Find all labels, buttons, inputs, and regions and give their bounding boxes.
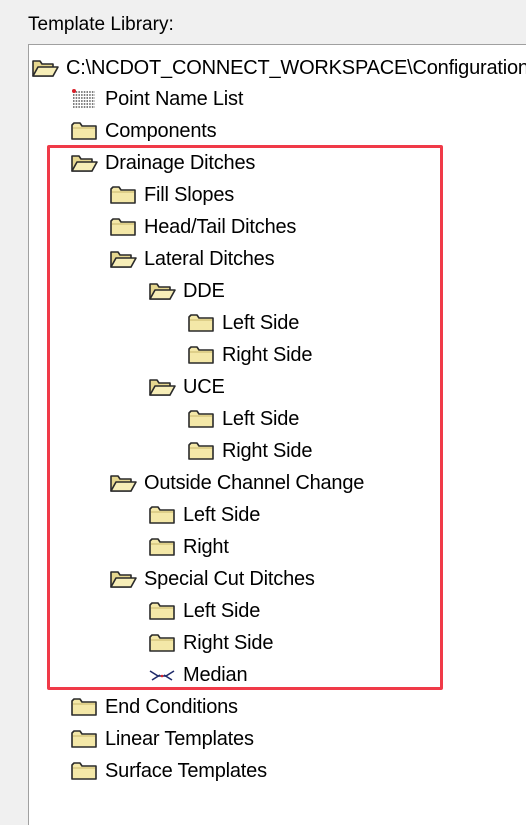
tree-node-occ-left-side[interactable]: Left Side bbox=[148, 501, 260, 529]
tree-node-scd-left-side[interactable]: Left Side bbox=[148, 597, 260, 625]
tree-node-root[interactable]: C:\NCDOT_CONNECT_WORKSPACE\Configuration bbox=[31, 54, 526, 82]
tree-node-point-name-list[interactable]: Point Name List bbox=[70, 85, 243, 113]
folder-icon bbox=[187, 408, 215, 430]
tree-node-drainage-ditches[interactable]: Drainage Ditches bbox=[70, 149, 255, 177]
tree-node-outside-channel-change[interactable]: Outside Channel Change bbox=[109, 469, 364, 497]
tree-node-label: DDE bbox=[183, 279, 225, 302]
tree-node-label: Left Side bbox=[183, 599, 261, 622]
tree-node-label: Right bbox=[183, 535, 229, 558]
tree-node-label: Point Name List bbox=[105, 87, 244, 110]
tree-node-label: End Conditions bbox=[105, 695, 238, 718]
folder-open-icon bbox=[148, 280, 176, 302]
folder-icon bbox=[148, 504, 176, 526]
tree-node-label: Right Side bbox=[222, 439, 313, 462]
tree-node-uce-right-side[interactable]: Right Side bbox=[187, 437, 312, 465]
tree-node-fill-slopes[interactable]: Fill Slopes bbox=[109, 181, 234, 209]
template-library-label: Template Library: bbox=[28, 14, 174, 35]
tree-node-surface-templates[interactable]: Surface Templates bbox=[70, 757, 267, 785]
tree-node-dde[interactable]: DDE bbox=[148, 277, 225, 305]
tree-node-components[interactable]: Components bbox=[70, 117, 217, 145]
tree-node-special-cut-ditches[interactable]: Special Cut Ditches bbox=[109, 565, 315, 593]
folder-icon bbox=[148, 600, 176, 622]
tree-node-label: Median bbox=[183, 663, 248, 686]
tree-node-label: Right Side bbox=[222, 343, 313, 366]
folder-icon bbox=[70, 728, 98, 750]
template-library-tree[interactable]: C:\NCDOT_CONNECT_WORKSPACE\Configuration… bbox=[28, 44, 526, 825]
folder-icon bbox=[187, 440, 215, 462]
tree-node-label: Surface Templates bbox=[105, 759, 267, 782]
tree-node-label: Outside Channel Change bbox=[144, 471, 365, 494]
tree-node-label: Lateral Ditches bbox=[144, 247, 275, 270]
folder-icon bbox=[70, 696, 98, 718]
folder-icon bbox=[70, 120, 98, 142]
tree-node-uce[interactable]: UCE bbox=[148, 373, 225, 401]
folder-open-icon bbox=[148, 376, 176, 398]
tree-node-label: Left Side bbox=[222, 311, 300, 334]
tree-node-label: UCE bbox=[183, 375, 225, 398]
folder-open-icon bbox=[109, 248, 137, 270]
tree-node-linear-templates[interactable]: Linear Templates bbox=[70, 725, 254, 753]
folder-icon bbox=[109, 216, 137, 238]
folder-icon bbox=[148, 536, 176, 558]
tree-node-label: Fill Slopes bbox=[144, 183, 235, 206]
folder-open-icon bbox=[109, 568, 137, 590]
tree-node-uce-left-side[interactable]: Left Side bbox=[187, 405, 299, 433]
tree-node-label: Linear Templates bbox=[105, 727, 254, 750]
folder-icon bbox=[187, 312, 215, 334]
tree-node-label: Right Side bbox=[183, 631, 274, 654]
tree-node-end-conditions[interactable]: End Conditions bbox=[70, 693, 238, 721]
folder-icon bbox=[148, 632, 176, 654]
tree-node-label: C:\NCDOT_CONNECT_WORKSPACE\Configuration bbox=[66, 56, 526, 79]
tree-node-label: Left Side bbox=[183, 503, 261, 526]
folder-icon bbox=[187, 344, 215, 366]
tree-node-head-tail-ditches[interactable]: Head/Tail Ditches bbox=[109, 213, 296, 241]
tree-node-label: Special Cut Ditches bbox=[144, 567, 315, 590]
tree-node-dde-right-side[interactable]: Right Side bbox=[187, 341, 312, 369]
tree-node-dde-left-side[interactable]: Left Side bbox=[187, 309, 299, 337]
tree-node-label: Components bbox=[105, 119, 217, 142]
template-icon bbox=[148, 664, 176, 686]
tree-node-label: Drainage Ditches bbox=[105, 151, 256, 174]
tree-node-occ-right[interactable]: Right bbox=[148, 533, 229, 561]
folder-icon bbox=[109, 184, 137, 206]
point-list-icon bbox=[70, 88, 98, 110]
folder-open-icon bbox=[70, 152, 98, 174]
folder-icon bbox=[70, 760, 98, 782]
folder-open-icon bbox=[109, 472, 137, 494]
folder-open-icon bbox=[31, 57, 59, 79]
tree-node-label: Head/Tail Ditches bbox=[144, 215, 297, 238]
tree-node-lateral-ditches[interactable]: Lateral Ditches bbox=[109, 245, 275, 273]
tree-node-scd-right-side[interactable]: Right Side bbox=[148, 629, 273, 657]
tree-node-label: Left Side bbox=[222, 407, 300, 430]
tree-node-median[interactable]: Median bbox=[148, 661, 248, 689]
